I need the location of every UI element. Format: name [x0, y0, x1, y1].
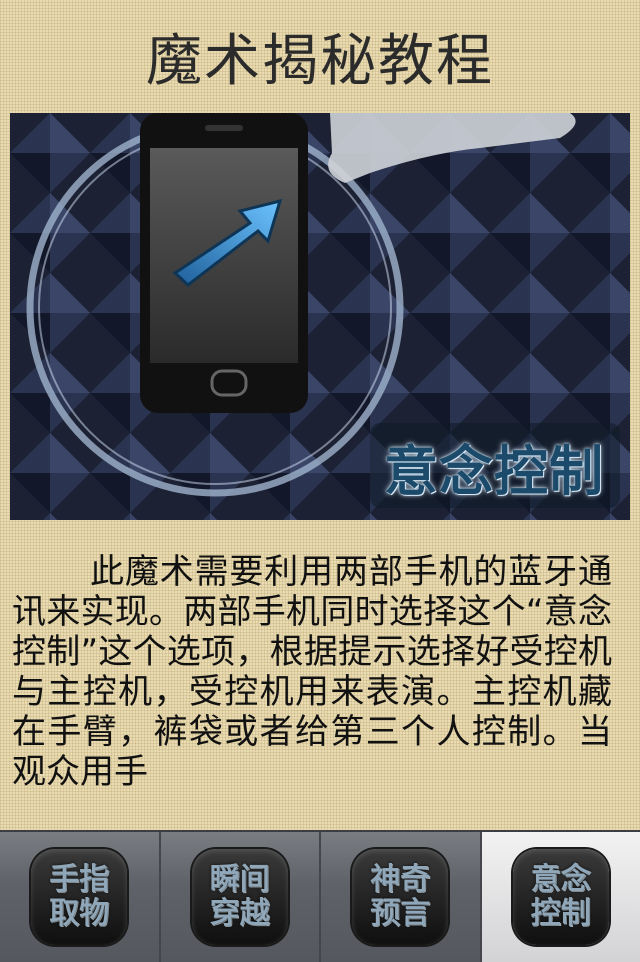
- tab-icon-magic-prediction: 神奇 预言: [352, 849, 448, 945]
- tab-finger-grab[interactable]: 手指 取物: [0, 832, 161, 962]
- tab-icon-instant-teleport: 瞬间 穿越: [192, 849, 288, 945]
- hero-caption: 意念控制: [376, 431, 612, 501]
- tab-instant-teleport[interactable]: 瞬间 穿越: [161, 832, 322, 962]
- tab-magic-prediction[interactable]: 神奇 预言: [321, 832, 482, 962]
- tab-icon-mind-control: 意念 控制: [513, 849, 609, 945]
- bottom-tab-bar: 手指 取物 瞬间 穿越 神奇 预言 意念 控制: [0, 830, 640, 962]
- phone-illustration: [140, 113, 308, 413]
- hero-image: 意念控制: [10, 113, 630, 520]
- page-title: 魔术揭秘教程: [0, 0, 640, 112]
- tab-mind-control[interactable]: 意念 控制: [482, 832, 640, 962]
- tab-icon-finger-grab: 手指 取物: [31, 849, 127, 945]
- article-text: 此魔术需要利用两部手机的蓝牙通讯来实现。两部手机同时选择这个“意念控制”这个选项…: [12, 552, 612, 830]
